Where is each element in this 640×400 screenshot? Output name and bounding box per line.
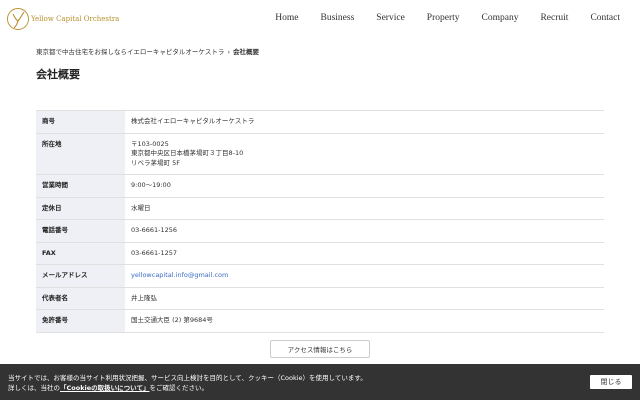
nav-company[interactable]: Company <box>482 13 519 23</box>
info-row: 定休日 水曜日 <box>36 196 604 220</box>
cookie-line-2-suffix: をご確認ください。 <box>149 384 208 392</box>
email-link[interactable]: yellowcapital.info@gmail.com <box>131 271 598 281</box>
breadcrumb: 東京都で中古住宅をお探しならイエローキャピタルオーケストラ › 会社概要 <box>36 46 259 56</box>
logo-text: Yellow Capital Orchestra <box>31 15 120 23</box>
site-logo[interactable]: Yellow Capital Orchestra <box>6 7 119 31</box>
info-row: 商号 株式会社イエローキャピタルオーケストラ <box>36 110 604 134</box>
info-row: 営業時間 9:00〜19:00 <box>36 174 604 198</box>
info-value: 9:00〜19:00 <box>125 174 604 198</box>
info-label: 営業時間 <box>36 174 125 198</box>
info-row: 電話番号 03-6661-1256 <box>36 219 604 243</box>
info-value-line: 03-6661-1257 <box>131 248 178 257</box>
info-value: 株式会社イエローキャピタルオーケストラ <box>125 110 604 134</box>
site-header: Yellow Capital Orchestra Home Business S… <box>0 0 640 38</box>
nav-service[interactable]: Service <box>376 13 405 23</box>
info-label: 電話番号 <box>36 219 125 243</box>
info-value-line: 国土交通大臣 (2) 第9684号 <box>131 316 213 324</box>
info-label: 定休日 <box>36 196 125 220</box>
info-value: 03-6661-1257 <box>125 241 604 265</box>
info-value: 03-6661-1256 <box>125 219 604 243</box>
info-row: FAX 03-6661-1257 <box>36 241 604 265</box>
info-label: 代表者名 <box>36 286 125 310</box>
info-value-line: リベラ茅場町 5F <box>131 158 180 167</box>
info-row: 免許番号 国土交通大臣 (2) 第9684号 <box>36 309 604 333</box>
nav-business[interactable]: Business <box>321 13 355 23</box>
breadcrumb-home-link[interactable]: 東京都で中古住宅をお探しならイエローキャピタルオーケストラ <box>36 48 224 56</box>
info-value-line: 株式会社イエローキャピタルオーケストラ <box>131 117 255 125</box>
info-value-line: 水曜日 <box>131 203 151 212</box>
info-value: 井上隆弘 <box>125 286 604 310</box>
cookie-message: 当サイトでは、お客様の当サイト利用状況把握、サービス向上検討を目的として、クッキ… <box>8 373 367 393</box>
nav-contact[interactable]: Contact <box>590 13 620 23</box>
info-row: 代表者名 井上隆弘 <box>36 286 604 310</box>
nav-recruit[interactable]: Recruit <box>540 13 568 23</box>
info-label: FAX <box>36 241 125 265</box>
logo-mark-icon <box>7 8 29 30</box>
info-value: 〒103-0025 東京都中央区日本橋茅場町３丁目8-10 リベラ茅場町 5F <box>125 132 604 175</box>
info-value: 水曜日 <box>125 196 604 220</box>
cookie-line-1: 当サイトでは、お客様の当サイト利用状況把握、サービス向上検討を目的として、クッキ… <box>8 374 367 382</box>
page-title: 会社概要 <box>36 68 80 81</box>
info-label: 商号 <box>36 110 125 134</box>
info-value-line: 03-6661-1256 <box>131 226 178 234</box>
company-info-table: 商号 株式会社イエローキャピタルオーケストラ 所在地 〒103-0025 東京都中央区日… <box>36 110 604 333</box>
main-nav: Home Business Service Property Company R… <box>253 13 620 23</box>
info-value-line: 井上隆弘 <box>131 293 157 302</box>
info-value-line: 東京都中央区日本橋茅場町３丁目8-10 <box>131 149 244 157</box>
access-info-button[interactable]: アクセス情報はこちら <box>270 340 370 358</box>
breadcrumb-separator: › <box>227 48 231 56</box>
cookie-close-button[interactable]: 閉じる <box>590 375 632 389</box>
nav-home[interactable]: Home <box>275 13 298 23</box>
info-label: 所在地 <box>36 132 125 175</box>
cookie-line-2: 詳しくは、当社の「Cookieの取扱いについて」をご確認ください。 <box>8 383 367 393</box>
nav-property[interactable]: Property <box>427 13 460 23</box>
cookie-banner: 当サイトでは、お客様の当サイト利用状況把握、サービス向上検討を目的として、クッキ… <box>0 364 640 400</box>
info-value-line: 9:00〜19:00 <box>131 181 171 189</box>
info-value: yellowcapital.info@gmail.com <box>125 264 604 288</box>
info-label: メールアドレス <box>36 264 125 288</box>
info-value: 国土交通大臣 (2) 第9684号 <box>125 309 604 333</box>
info-value-line: 〒103-0025 <box>131 139 169 148</box>
cookie-line-2-prefix: 詳しくは、当社の <box>8 384 60 392</box>
breadcrumb-current: 会社概要 <box>233 48 260 56</box>
info-row: 所在地 〒103-0025 東京都中央区日本橋茅場町３丁目8-10 リベラ茅場町 5F <box>36 132 604 175</box>
cookie-policy-link[interactable]: 「Cookieの取扱いについて」 <box>60 384 149 392</box>
info-row: メールアドレス yellowcapital.info@gmail.com <box>36 264 604 288</box>
info-label: 免許番号 <box>36 309 125 333</box>
